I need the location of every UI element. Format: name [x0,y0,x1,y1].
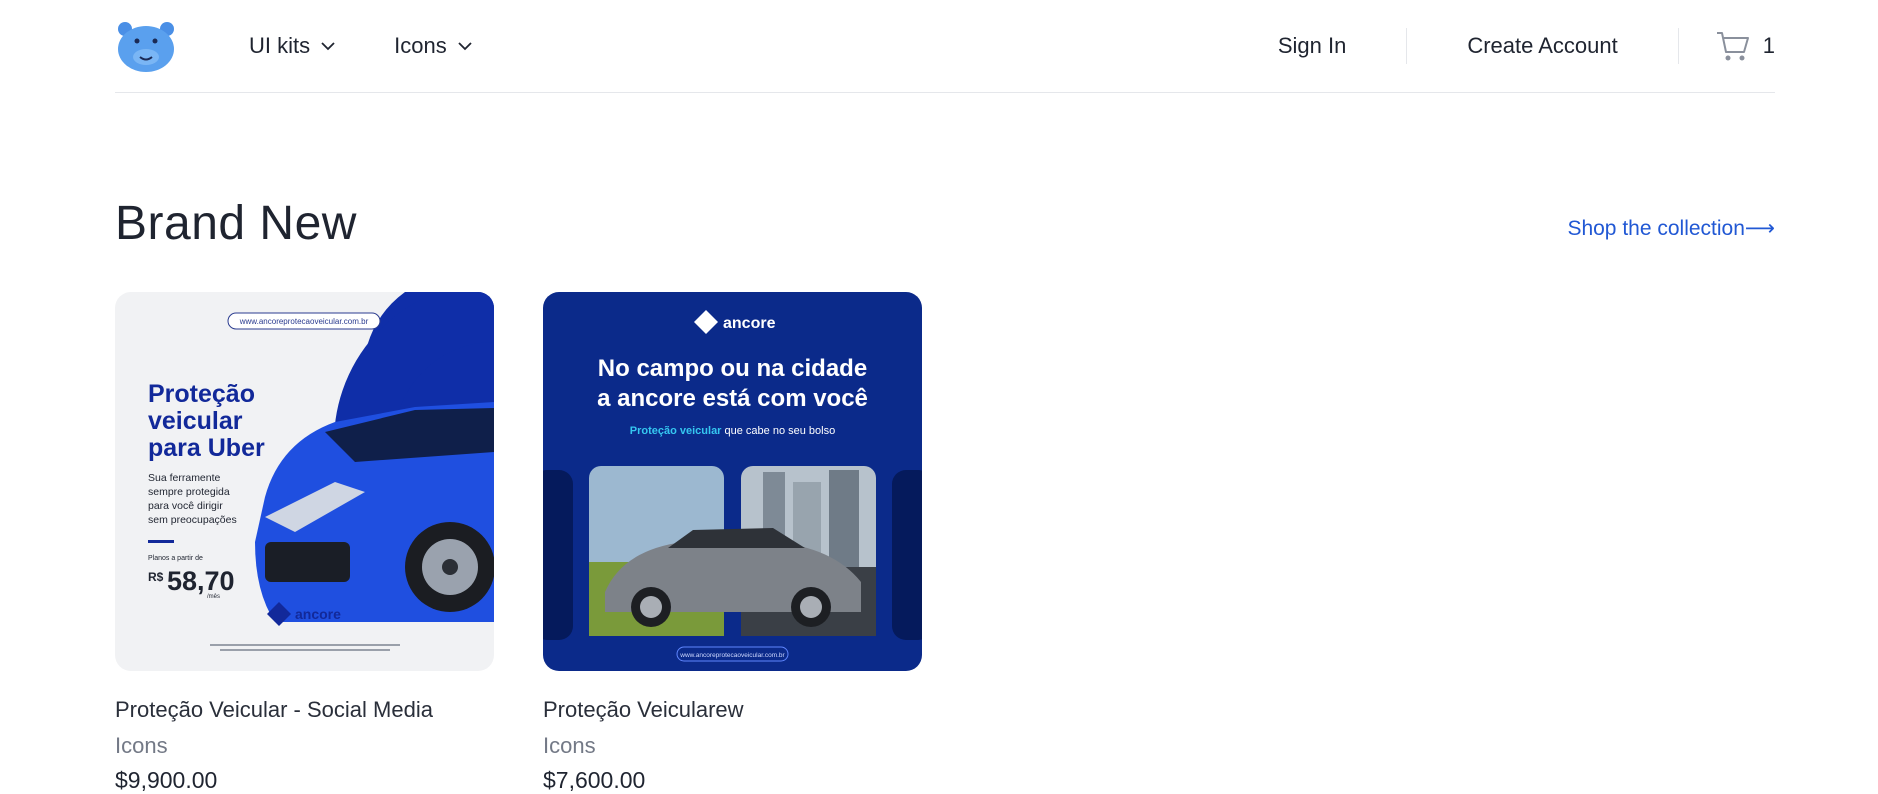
image-url-text: www.ancoreprotecaoveicular.com.br [679,652,785,659]
chevron-down-icon [321,42,335,51]
cart-icon [1716,32,1749,61]
image-headline: veicular [148,407,243,435]
nav-icons[interactable]: Icons [394,33,473,59]
nav-icons-label: Icons [394,33,447,58]
cart-count: 1 [1762,33,1775,58]
image-subtext: para você dirigir [148,500,223,512]
header-divider [1406,28,1408,64]
image-per-month: /mês [207,594,220,600]
image-headline: Proteção [148,380,255,408]
cart-button[interactable]: 1 [1715,29,1775,63]
product-card[interactable]: ancore No campo ou na cidade a ancore es… [543,292,922,794]
image-url-text: www.ancoreprotecaoveicular.com.br [239,317,369,326]
product-image[interactable]: ancore No campo ou na cidade a ancore es… [543,292,922,671]
hippo-logo-icon[interactable] [115,19,177,73]
header-divider [1677,28,1679,64]
chevron-down-icon [458,42,472,51]
product-category: Icons [543,733,596,758]
product-image[interactable]: www.ancoreprotecaoveicular.com.br Proteç… [115,292,494,671]
top-navbar: UI kits Icons Sign In Create Account 1 [115,0,1775,93]
shop-collection-link[interactable]: Shop the collection⟶ [1567,216,1775,241]
image-headline: No campo ou na cidade [598,355,867,382]
image-amount: 58,70 [167,566,235,596]
section-title: Brand New [115,197,357,250]
image-subtext: Proteção veicular que cabe no seu bolso [630,425,835,437]
image-subtext-rest: que cabe no seu bolso [721,425,835,437]
sign-in-link[interactable]: Sign In [1278,33,1347,59]
image-subtext: sempre protegida [148,486,230,498]
image-subtext-highlight: Proteção veicular [630,425,722,437]
product-price: $7,600.00 [543,767,646,793]
product-category: Icons [115,733,168,758]
image-brand: ancore [723,315,776,332]
nav-ui-kits[interactable]: UI kits [249,33,336,59]
product-card[interactable]: www.ancoreprotecaoveicular.com.br Proteç… [115,292,494,794]
image-subtext: Sua ferramente [148,472,221,484]
nav-ui-kits-label: UI kits [249,33,311,58]
image-subtext: sem preocupações [148,514,237,526]
product-price: $9,900.00 [115,767,218,793]
product-title[interactable]: Proteção Veicularew [543,697,922,723]
image-headline: para Uber [148,434,265,462]
image-currency: R$ [148,570,164,584]
product-title[interactable]: Proteção Veicular - Social Media [115,697,494,723]
create-account-link[interactable]: Create Account [1467,33,1617,59]
image-plans-label: Planos a partir de [148,555,203,562]
image-headline: a ancore está com você [597,385,868,412]
image-brand: ancore [295,606,341,622]
